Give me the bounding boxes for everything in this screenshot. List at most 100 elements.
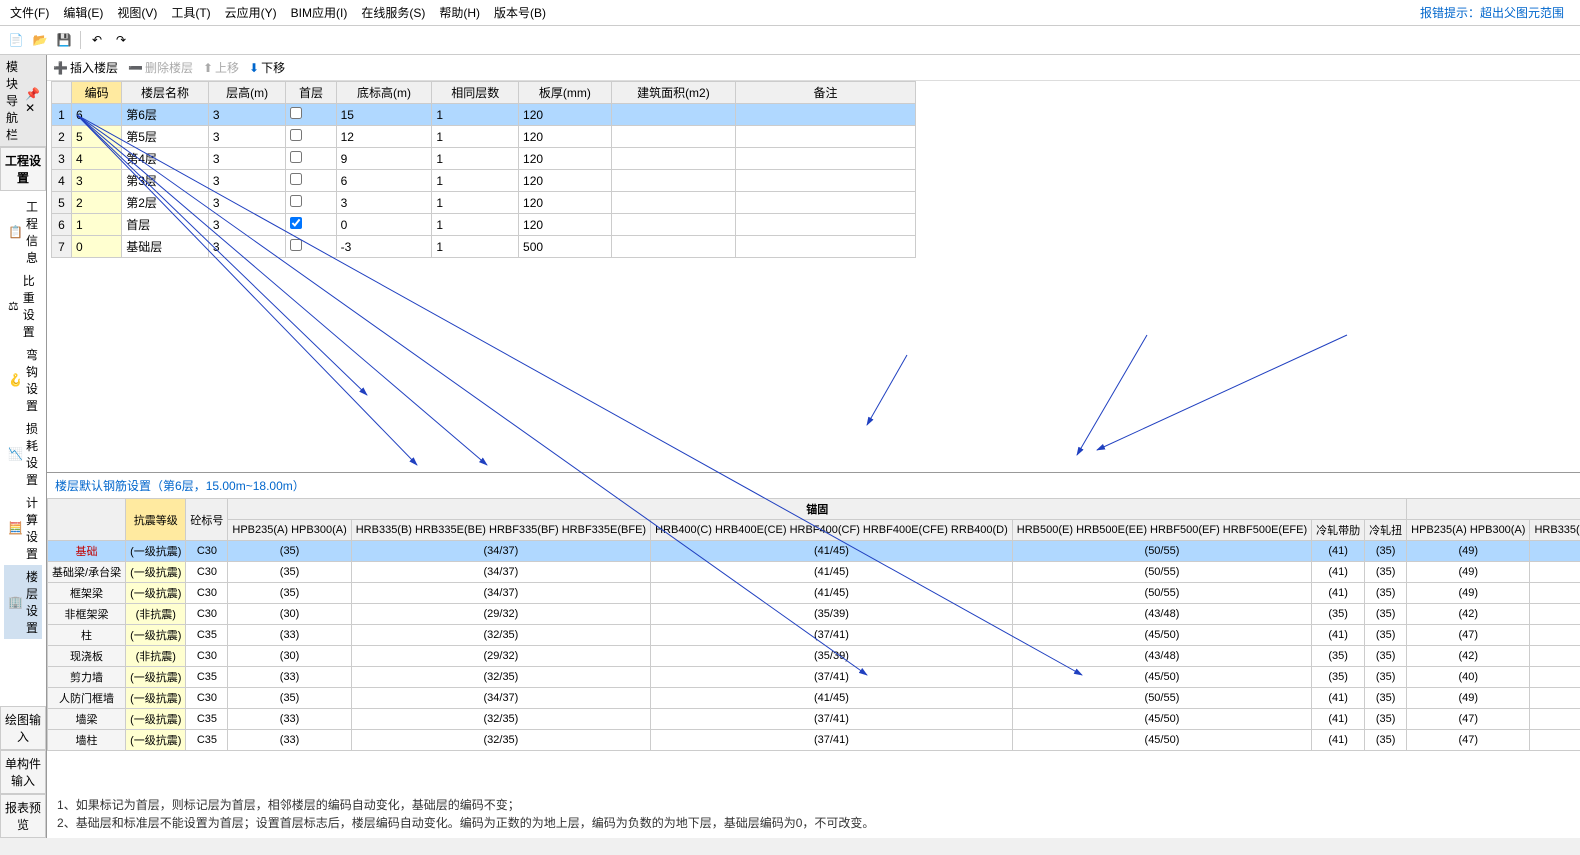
cell-first[interactable] (286, 104, 336, 126)
cell-anchor[interactable]: (33) (228, 730, 351, 751)
cell-remark[interactable] (736, 148, 916, 170)
cell-anchor[interactable]: (34/37) (351, 583, 650, 604)
first-checkbox[interactable] (290, 239, 302, 251)
cell-name[interactable]: 第2层 (122, 192, 209, 214)
cell-concrete[interactable]: C30 (186, 604, 228, 625)
cell-anchor[interactable]: (35) (228, 583, 351, 604)
cell-anchor[interactable]: (45/50) (1012, 709, 1311, 730)
rebar-row[interactable]: 现浇板 (非抗震) C30(30)(29/32)(35/39)(43/48)(3… (48, 646, 1580, 667)
cell-anchor[interactable]: (37/41) (651, 667, 1013, 688)
floor-row[interactable]: 2 5 第5层 3 12 1 120 (52, 126, 916, 148)
cell-anchor[interactable]: (41) (1312, 625, 1365, 646)
cell-grade[interactable]: (非抗震) (126, 604, 186, 625)
cell-same[interactable]: 1 (432, 148, 519, 170)
col-thick[interactable]: 板厚(mm) (519, 82, 612, 104)
cell-anchor[interactable]: (35) (1365, 709, 1407, 730)
cell-lap[interactable]: (45/49) (1530, 625, 1580, 646)
nav-item-calc[interactable]: 🧮计算设置 (4, 491, 42, 565)
save-icon[interactable]: 💾 (54, 30, 74, 50)
cell-bottom[interactable]: 12 (336, 126, 432, 148)
cell-anchor[interactable]: (34/37) (351, 562, 650, 583)
cell-remark[interactable] (736, 214, 916, 236)
cell-lap[interactable]: (49) (1407, 562, 1530, 583)
cell-concrete[interactable]: C30 (186, 541, 228, 562)
cell-anchor[interactable]: (45/50) (1012, 625, 1311, 646)
cell-anchor[interactable]: (35) (1365, 667, 1407, 688)
col-concrete[interactable]: 砼标号 (186, 499, 228, 541)
cell-lap[interactable]: (39/42) (1530, 667, 1580, 688)
cell-anchor[interactable]: (45/50) (1012, 667, 1311, 688)
floor-row[interactable]: 1 6 第6层 3 15 1 120 (52, 104, 916, 126)
cell-anchor[interactable]: (37/41) (651, 625, 1013, 646)
cell-anchor[interactable]: (35) (1312, 604, 1365, 625)
cell-anchor[interactable]: (35) (1365, 541, 1407, 562)
move-down-button[interactable]: ⬇下移 (249, 59, 285, 76)
rebar-row[interactable]: 框架梁 (一级抗震) C30(35)(34/37)(41/45)(50/55)(… (48, 583, 1580, 604)
cell-anchor[interactable]: (35) (1312, 667, 1365, 688)
cell-anchor[interactable]: (35) (1365, 562, 1407, 583)
nav-item-project-info[interactable]: 📋工程信息 (4, 195, 42, 269)
cell-anchor[interactable]: (41/45) (651, 688, 1013, 709)
cell-area[interactable] (611, 148, 735, 170)
cell-code[interactable]: 6 (72, 104, 122, 126)
cell-concrete[interactable]: C30 (186, 583, 228, 604)
cell-concrete[interactable]: C30 (186, 646, 228, 667)
cell-anchor[interactable]: (33) (228, 709, 351, 730)
menu-view[interactable]: 视图(V) (111, 2, 163, 23)
cell-lap[interactable]: (49) (1407, 688, 1530, 709)
new-icon[interactable]: 📄 (6, 30, 26, 50)
open-icon[interactable]: 📂 (30, 30, 50, 50)
cell-concrete[interactable]: C30 (186, 562, 228, 583)
cell-anchor[interactable]: (43/48) (1012, 604, 1311, 625)
menu-online[interactable]: 在线服务(S) (355, 2, 431, 23)
cell-grade[interactable]: (一级抗震) (126, 667, 186, 688)
cell-lap[interactable]: (48/52) (1530, 562, 1580, 583)
cell-anchor[interactable]: (32/35) (351, 709, 650, 730)
cell-code[interactable]: 3 (72, 170, 122, 192)
cell-same[interactable]: 1 (432, 170, 519, 192)
col-height[interactable]: 层高(m) (208, 82, 286, 104)
cell-lap[interactable]: (47) (1407, 625, 1530, 646)
floor-row[interactable]: 7 0 基础层 3 -3 1 500 (52, 236, 916, 258)
cell-anchor[interactable]: (35) (228, 562, 351, 583)
cell-grade[interactable]: (一级抗震) (126, 688, 186, 709)
insert-floor-button[interactable]: ➕插入楼层 (53, 59, 118, 76)
cell-lap[interactable]: (48/52) (1530, 688, 1580, 709)
cell-anchor[interactable]: (35/39) (651, 604, 1013, 625)
cell-anchor[interactable]: (35) (1365, 583, 1407, 604)
cell-same[interactable]: 1 (432, 104, 519, 126)
cell-grade[interactable]: (一级抗震) (126, 625, 186, 646)
cell-height[interactable]: 3 (208, 170, 286, 192)
cell-bottom[interactable]: 0 (336, 214, 432, 236)
cell-lap[interactable]: (49) (1407, 583, 1530, 604)
cell-name[interactable]: 第4层 (122, 148, 209, 170)
cell-name[interactable]: 基础层 (122, 236, 209, 258)
undo-icon[interactable]: ↶ (87, 30, 107, 50)
cell-lap[interactable]: (41/45) (1530, 604, 1580, 625)
menu-cloud[interactable]: 云应用(Y) (219, 2, 283, 23)
col-first[interactable]: 首层 (286, 82, 336, 104)
nav-draw-input[interactable]: 绘图输入 (0, 706, 46, 750)
first-checkbox[interactable] (290, 151, 302, 163)
cell-anchor[interactable]: (29/32) (351, 604, 650, 625)
cell-name[interactable]: 第3层 (122, 170, 209, 192)
cell-remark[interactable] (736, 192, 916, 214)
floor-row[interactable]: 4 3 第3层 3 6 1 120 (52, 170, 916, 192)
cell-first[interactable] (286, 126, 336, 148)
cell-code[interactable]: 2 (72, 192, 122, 214)
cell-area[interactable] (611, 214, 735, 236)
cell-anchor[interactable]: (35) (228, 541, 351, 562)
cell-concrete[interactable]: C35 (186, 667, 228, 688)
cell-remark[interactable] (736, 236, 916, 258)
cell-concrete[interactable]: C35 (186, 625, 228, 646)
cell-name[interactable]: 首层 (122, 214, 209, 236)
rebar-row[interactable]: 墙梁 (一级抗震) C35(33)(32/35)(37/41)(45/50)(4… (48, 709, 1580, 730)
cell-thick[interactable]: 120 (519, 170, 612, 192)
cell-anchor[interactable]: (41/45) (651, 541, 1013, 562)
delete-floor-button[interactable]: ➖删除楼层 (128, 59, 193, 76)
cell-lap[interactable]: (48/52) (1530, 583, 1580, 604)
cell-thick[interactable]: 120 (519, 192, 612, 214)
cell-anchor[interactable]: (30) (228, 604, 351, 625)
col-bottom[interactable]: 底标高(m) (336, 82, 432, 104)
cell-anchor[interactable]: (50/55) (1012, 688, 1311, 709)
